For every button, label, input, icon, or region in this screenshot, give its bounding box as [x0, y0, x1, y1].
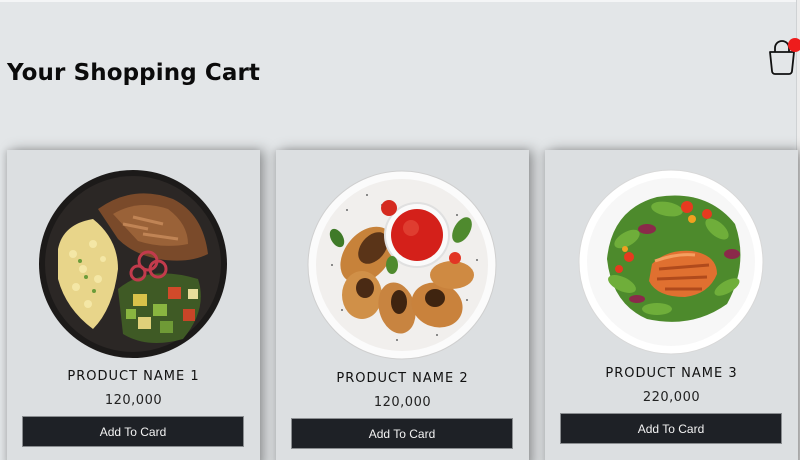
product-card: PRODUCT NAME 1 120,000 Add To Card: [7, 150, 260, 460]
product-name: PRODUCT NAME 2: [336, 371, 469, 386]
product-price: 120,000: [104, 393, 163, 408]
add-to-cart-button[interactable]: Add To Card: [22, 416, 244, 447]
product-price: 120,000: [373, 395, 432, 410]
product-name: PRODUCT NAME 1: [67, 369, 200, 384]
add-to-cart-button[interactable]: Add To Card: [560, 413, 782, 444]
cart-count-badge: [788, 38, 800, 52]
page-title: Your Shopping Cart: [7, 60, 261, 86]
product-image: [39, 170, 227, 358]
product-price: 220,000: [642, 390, 701, 405]
product-name: PRODUCT NAME 3: [605, 366, 738, 381]
product-card: PRODUCT NAME 2 120,000 Add To Card: [276, 150, 529, 460]
product-card: PRODUCT NAME 3 220,000 Add To Card: [545, 150, 798, 460]
add-to-cart-button[interactable]: Add To Card: [291, 418, 513, 449]
top-border: [0, 0, 800, 2]
product-image: [307, 170, 497, 360]
product-image: [578, 169, 764, 355]
